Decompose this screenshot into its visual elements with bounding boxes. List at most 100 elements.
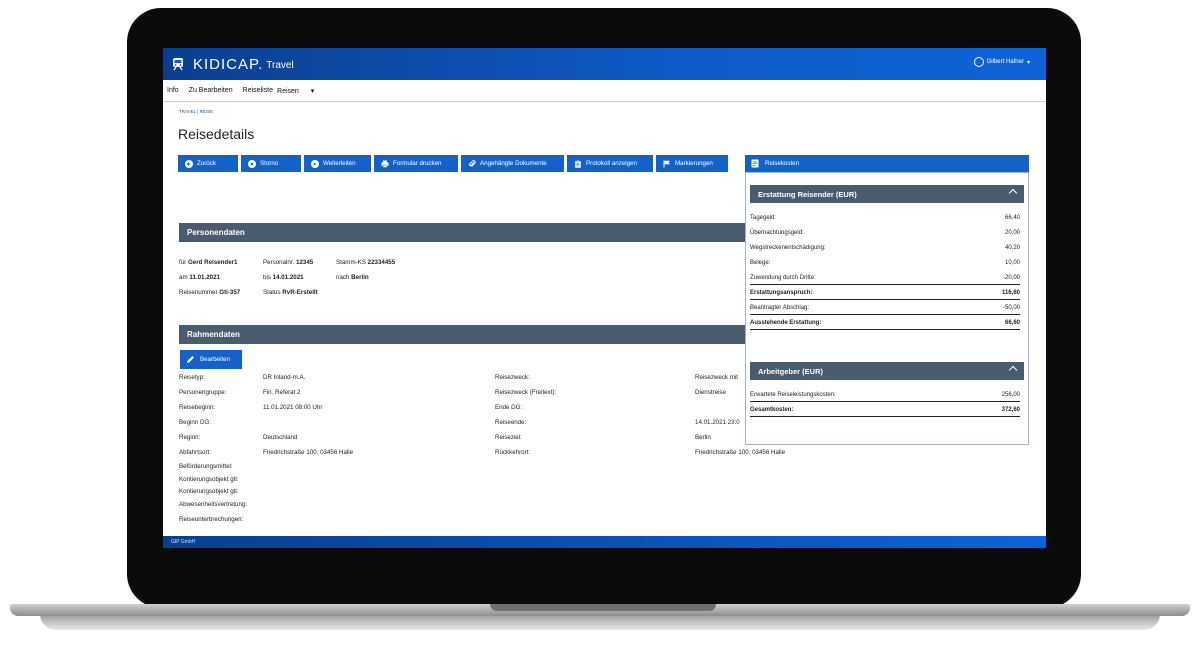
storno-button[interactable]: Storno xyxy=(241,155,301,172)
field-value: Friedrichstraße 100, 03456 Halle xyxy=(263,449,354,456)
edit-button-label: Bearbeiten xyxy=(200,356,230,363)
chevron-down-icon: ▾ xyxy=(310,87,315,95)
storno-button-label: Storno xyxy=(260,160,279,167)
field-value: Deutschland xyxy=(263,434,298,441)
cost-value: 256,00 xyxy=(1001,392,1020,398)
cost-label: Erwartete Reiseleistungskosten: xyxy=(750,392,836,398)
cost-label: Belege: xyxy=(750,260,771,266)
paperclip-icon xyxy=(468,159,476,167)
cost-center-label: Stamm-KS xyxy=(336,259,366,266)
destination: nach Berlin xyxy=(336,274,369,281)
field-label: Reisebeginn: xyxy=(179,404,216,411)
field-label: Region: xyxy=(179,434,201,441)
field-label: Reisezweck (Freitext): xyxy=(495,389,557,396)
cost-label: Übernachtungsgeld: xyxy=(750,230,804,236)
field-label: Abfahrtsort: xyxy=(179,449,211,456)
menu-item-zu-bearbeiten[interactable]: Zu Bearbeiten xyxy=(189,87,233,94)
field-label: Kontierungsobjekt gti: xyxy=(179,476,239,483)
back-button-label: Zurück xyxy=(197,160,216,167)
cost-value: 10,00 xyxy=(1004,260,1020,266)
divider xyxy=(750,329,1020,330)
menu-item-reisen-label: Reisen xyxy=(277,87,299,95)
pencil-icon xyxy=(187,356,194,363)
footer: GIP GmbH xyxy=(163,536,1046,548)
forward-icon xyxy=(311,159,319,168)
cost-value: 40,20 xyxy=(1004,245,1020,251)
field-label: Reiseunterbrechungen: xyxy=(179,516,244,523)
forward-button[interactable]: Weiterleiten xyxy=(304,155,371,172)
field-value: Reisezweck mit xyxy=(695,374,738,381)
cancel-icon xyxy=(248,159,256,168)
divider xyxy=(750,314,1020,315)
print-form-button[interactable]: Formular drucken xyxy=(374,155,458,172)
field-label: Reiseende: xyxy=(495,419,527,426)
back-button[interactable]: Zurück xyxy=(178,155,238,172)
reisekosten-title: Reisekosten xyxy=(765,160,800,167)
divider xyxy=(750,416,1020,417)
cost-label: Wegstreckenentschädigung: xyxy=(750,245,826,251)
field-label: Abwesenheitsvertretung: xyxy=(179,501,248,508)
cost-value: 116,60 xyxy=(1001,290,1020,296)
cost-value: 20,00 xyxy=(1004,230,1020,236)
personnel-number-value: 12345 xyxy=(296,259,314,266)
field-label: Reisetyp: xyxy=(179,374,205,381)
status-value: RvR-Erstellt xyxy=(282,289,318,296)
edit-button[interactable]: Bearbeiten xyxy=(180,350,242,369)
personnel-number: Personalnr. 12345 xyxy=(263,259,313,266)
field-label: Reiseziel: xyxy=(495,434,522,441)
attached-documents-button[interactable]: Angehängte Dokumente xyxy=(461,155,564,172)
brand-subtitle: Travel xyxy=(266,60,294,71)
erstattung-header[interactable]: Erstattung Reisender (EUR) xyxy=(750,185,1024,203)
app-screen: KIDICAP. Travel Gilbert Hafner ▾ Info Zu… xyxy=(163,48,1046,548)
page-title: Reisedetails xyxy=(178,126,255,142)
cost-label: Zuwendung durch Dritte: xyxy=(750,275,816,281)
person-name-label: für xyxy=(179,259,187,266)
user-menu[interactable]: Gilbert Hafner ▾ xyxy=(973,57,1030,67)
laptop-notch xyxy=(490,604,716,611)
markings-button-label: Markierungen xyxy=(675,160,713,167)
divider xyxy=(750,299,1020,300)
end-date-value: 14.01.2021 xyxy=(272,274,304,281)
user-icon xyxy=(973,57,984,67)
status: Status RvR-Erstellt xyxy=(263,289,318,296)
menu-item-info[interactable]: Info xyxy=(167,87,179,94)
field-label: Beförderungsmittel: xyxy=(179,463,233,470)
show-protocol-button[interactable]: Protokoll anzeigen xyxy=(567,155,653,172)
cost-value: -20,00 xyxy=(1002,275,1020,281)
start-date-label: am xyxy=(179,274,188,281)
reisekosten-header[interactable]: Reisekosten xyxy=(745,155,1029,172)
person-name: für Gerd Reisender1 xyxy=(179,259,238,266)
status-label: Status xyxy=(263,289,281,296)
breadcrumb[interactable]: TRAVEL | REISE xyxy=(179,109,213,114)
toolbar: Zurück Storno Weiterleiten Formular druc… xyxy=(178,155,728,172)
cost-label: Ausstehende Erstattung: xyxy=(750,320,822,326)
menu-item-reisen[interactable]: Reisen ▾ xyxy=(277,87,324,95)
field-value: Dienstreise xyxy=(695,389,726,396)
rahmendaten-header: Rahmendaten xyxy=(179,325,749,344)
field-label: Rückkehrort: xyxy=(495,449,531,456)
start-date: am 11.01.2021 xyxy=(179,274,220,281)
cost-value: 66,40 xyxy=(1004,215,1020,221)
cost-label: Tagegeld: xyxy=(750,215,777,221)
chevron-up-icon xyxy=(1008,365,1018,375)
menu-bar: Info Zu Bearbeiten Reiseliste Reisen ▾ xyxy=(163,80,1046,102)
field-label: Ende DG: xyxy=(495,404,523,411)
chevron-up-icon xyxy=(1008,188,1018,198)
field-value: Fin. Referat 2 xyxy=(263,389,301,396)
clipboard-icon xyxy=(575,159,581,168)
cost-label: Gesamtkosten: xyxy=(750,407,794,413)
menu-item-reiseliste[interactable]: Reiseliste xyxy=(243,87,273,94)
markings-button[interactable]: Markierungen xyxy=(656,155,728,172)
chevron-down-icon: ▾ xyxy=(1026,59,1030,66)
show-protocol-button-label: Protokoll anzeigen xyxy=(586,160,637,167)
field-value: 11.01.2021 08:00 Uhr xyxy=(263,404,323,411)
field-label: Reisezweck: xyxy=(495,374,530,381)
field-value: 14.01.2021 23:0 xyxy=(695,419,740,426)
flag-icon xyxy=(663,160,670,168)
personnel-number-label: Personalnr. xyxy=(263,259,295,266)
arbeitgeber-header[interactable]: Arbeitgeber (EUR) xyxy=(750,362,1024,380)
arbeitgeber-title: Arbeitgeber (EUR) xyxy=(758,366,824,376)
field-label: Beginn DG: xyxy=(179,419,211,426)
end-date: bis 14.01.2021 xyxy=(263,274,304,281)
attached-documents-button-label: Angehängte Dokumente xyxy=(480,160,547,167)
